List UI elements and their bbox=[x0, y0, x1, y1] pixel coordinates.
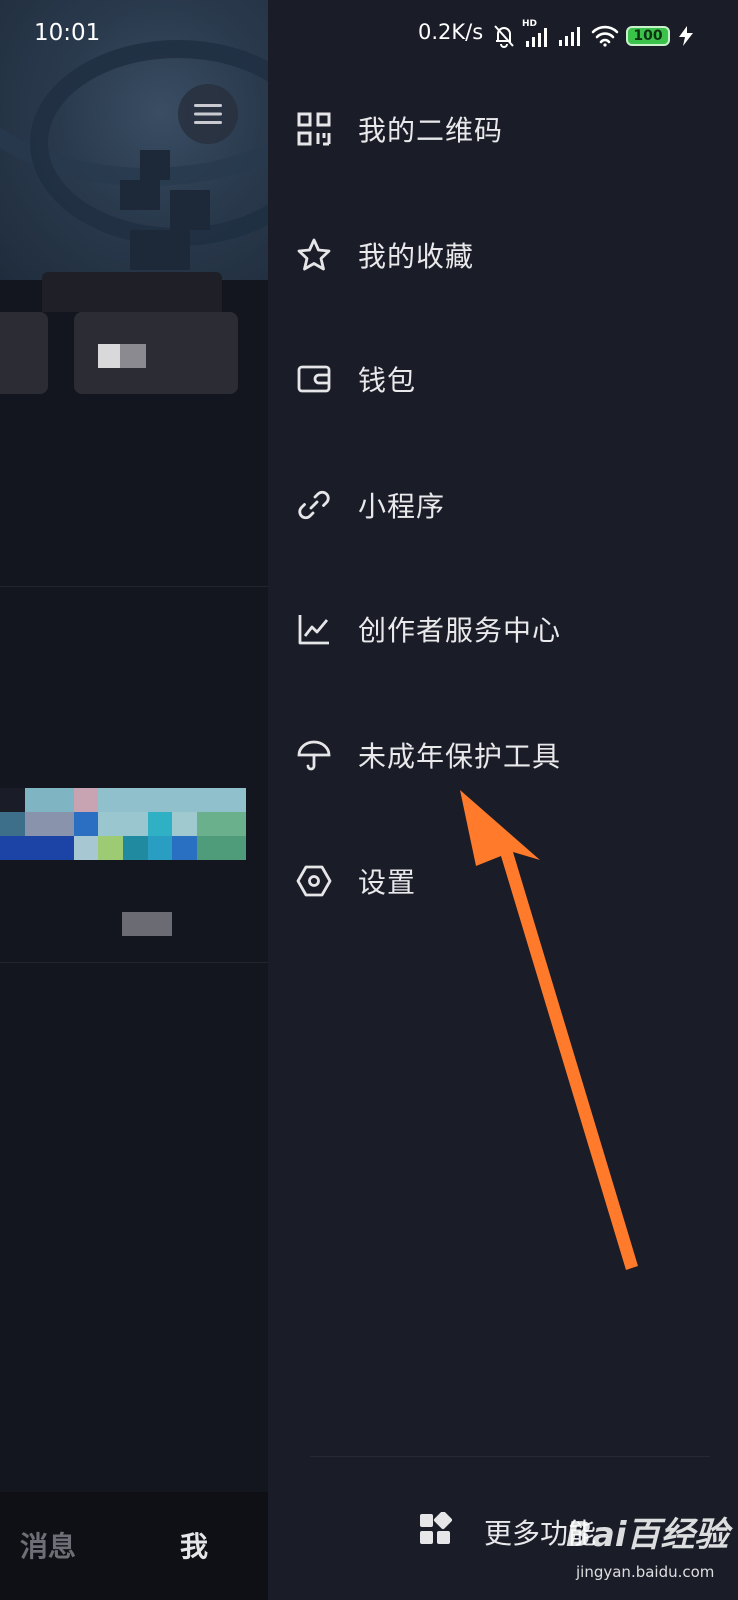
drawer-item-qr-code[interactable]: 我的二维码 bbox=[268, 84, 738, 174]
tab-me[interactable]: 我 bbox=[180, 1525, 208, 1565]
drawer-item-label: 小程序 bbox=[358, 490, 446, 523]
watermark-url: jingyan.baidu.com bbox=[576, 1563, 715, 1581]
drawer-item-favorites[interactable]: 我的收藏 bbox=[268, 210, 738, 300]
charging-icon bbox=[679, 26, 693, 46]
line-chart-icon bbox=[296, 611, 332, 647]
qr-code-icon bbox=[296, 111, 332, 147]
drawer-item-wallet[interactable]: 钱包 bbox=[268, 334, 738, 424]
wallet-icon bbox=[296, 361, 332, 397]
drawer-item-label: 创作者服务中心 bbox=[358, 614, 562, 647]
star-icon bbox=[296, 237, 332, 273]
umbrella-icon bbox=[296, 737, 332, 773]
profile-button[interactable] bbox=[0, 312, 48, 394]
network-speed: 0.2K/s bbox=[418, 20, 484, 44]
drawer-item-label: 设置 bbox=[358, 866, 417, 899]
status-time: 10:01 bbox=[34, 20, 101, 46]
divider bbox=[310, 1456, 710, 1457]
blurred-content bbox=[120, 344, 146, 368]
drawer-item-label: 我的二维码 bbox=[358, 114, 504, 147]
drawer-item-mini-programs[interactable]: 小程序 bbox=[268, 460, 738, 550]
menu-button[interactable] bbox=[178, 84, 238, 144]
background-profile-page: 消息 我 bbox=[0, 0, 268, 1600]
bell-off-icon bbox=[494, 25, 514, 48]
signal-icon bbox=[559, 27, 580, 46]
apps-grid-icon bbox=[418, 1510, 454, 1548]
drawer-item-label: 未成年保护工具 bbox=[358, 740, 562, 773]
hamburger-icon bbox=[194, 104, 222, 124]
baidu-jingyan-watermark: Bai百经验 jingyan.baidu.com bbox=[566, 1485, 736, 1600]
drawer-item-creator-center[interactable]: 创作者服务中心 bbox=[268, 584, 738, 674]
drawer-item-label: 钱包 bbox=[358, 364, 417, 397]
drawer-item-minor-protection[interactable]: 未成年保护工具 bbox=[268, 710, 738, 800]
drawer-item-label: 我的收藏 bbox=[358, 240, 475, 273]
hexagon-settings-icon bbox=[296, 863, 332, 899]
blurred-thumbnail bbox=[0, 788, 246, 860]
annotation-arrow bbox=[460, 790, 638, 1270]
profile-header-bar bbox=[42, 272, 222, 312]
divider bbox=[0, 586, 268, 587]
blurred-content bbox=[122, 912, 172, 936]
battery-icon: 100 bbox=[626, 26, 670, 46]
link-icon bbox=[296, 487, 332, 523]
status-bar: 10:01 0.2K/s HD 100 bbox=[0, 0, 738, 70]
watermark-brand: Bai百经验 bbox=[566, 1515, 729, 1555]
divider bbox=[0, 962, 268, 963]
blurred-content bbox=[98, 344, 120, 368]
signal-hd-icon: HD bbox=[522, 19, 552, 49]
wifi-icon bbox=[591, 25, 619, 47]
tab-messages[interactable]: 消息 bbox=[20, 1525, 76, 1565]
